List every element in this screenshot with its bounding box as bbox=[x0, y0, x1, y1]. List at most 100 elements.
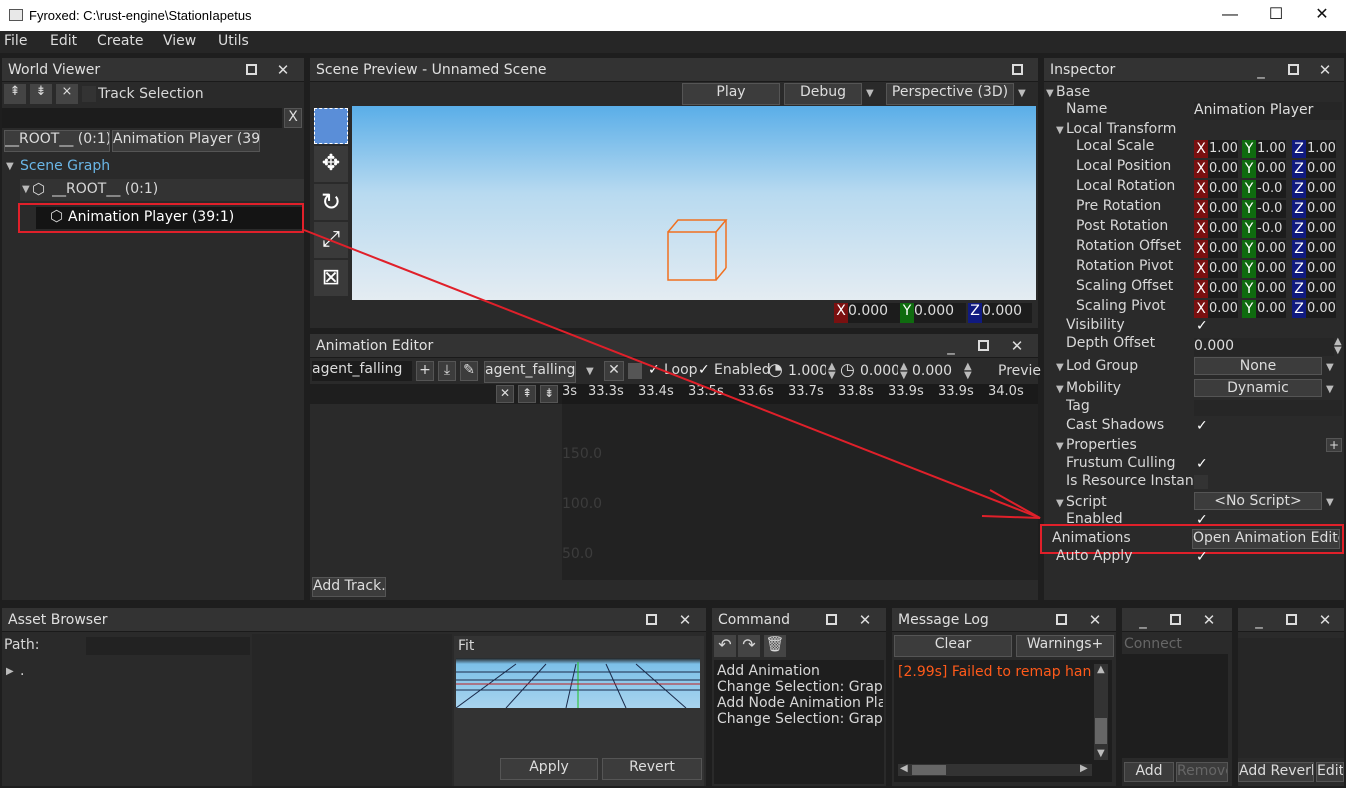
chevron-down-icon[interactable]: ▼ bbox=[1056, 125, 1064, 136]
chevron-down-icon[interactable]: ▼ bbox=[1056, 362, 1064, 373]
tree-item-root[interactable]: ▼ ⬡ __ROOT__ (0:1) bbox=[20, 179, 304, 201]
close-icon[interactable]: ✕ bbox=[1316, 611, 1334, 629]
z-value[interactable]: 1.00 bbox=[1306, 140, 1336, 158]
scroll-left-icon[interactable]: ◀ bbox=[900, 763, 908, 774]
add-connection-button[interactable]: Add bbox=[1124, 762, 1174, 782]
select-tool-icon[interactable] bbox=[314, 108, 348, 144]
play-button[interactable]: Play bbox=[682, 83, 780, 105]
time-end-input[interactable]: 0.000 bbox=[912, 363, 952, 381]
redo-icon[interactable]: ↷ bbox=[738, 635, 760, 657]
mobility-dropdown[interactable]: Dynamic bbox=[1194, 379, 1322, 397]
search-input[interactable] bbox=[2, 108, 282, 128]
error-message[interactable]: [2.99s] Failed to remap handle bbox=[898, 664, 1092, 680]
coord-y-value[interactable]: 0.000 bbox=[914, 303, 966, 323]
maximize-icon[interactable] bbox=[1008, 61, 1026, 79]
add-reverb-button[interactable]: Add Reverb bbox=[1238, 762, 1314, 782]
z-value[interactable]: 0.00 bbox=[1306, 180, 1336, 198]
depth-offset-stepper[interactable]: ▲ ▼ bbox=[1334, 337, 1342, 355]
track-selection-checkbox[interactable] bbox=[82, 86, 96, 102]
y-value[interactable]: 0.00 bbox=[1256, 300, 1286, 318]
frustum-culling-checkbox[interactable]: ✓ bbox=[1196, 457, 1210, 471]
camera-mode-dropdown[interactable]: Perspective (3D) bbox=[886, 83, 1014, 105]
path-input[interactable] bbox=[86, 637, 250, 655]
add-property-icon[interactable]: + bbox=[1326, 438, 1342, 452]
x-value[interactable]: 1.00 bbox=[1208, 140, 1238, 158]
minimize-icon[interactable]: _ bbox=[942, 337, 960, 355]
y-value[interactable]: -0.0 bbox=[1256, 200, 1286, 218]
chevron-down-icon[interactable]: ▼ bbox=[1018, 88, 1026, 99]
add-icon[interactable]: + bbox=[416, 361, 434, 381]
time-end-stepper[interactable]: ▲ ▼ bbox=[964, 362, 972, 380]
script-dropdown[interactable]: <No Script> bbox=[1194, 492, 1322, 510]
menu-create[interactable]: Create bbox=[97, 33, 144, 49]
y-value[interactable]: 0.00 bbox=[1256, 160, 1286, 178]
horizontal-scrollbar[interactable]: ◀ ▶ bbox=[898, 763, 1092, 776]
tree-item-root-folder[interactable]: . bbox=[20, 663, 24, 679]
lod-group-dropdown[interactable]: None bbox=[1194, 357, 1322, 375]
chevron-down-icon[interactable]: ▼ bbox=[1326, 362, 1334, 373]
tree-item-animation-player[interactable]: ⬡ Animation Player (39:1) bbox=[18, 203, 304, 233]
chevron-down-icon[interactable]: ▼ bbox=[1046, 88, 1054, 99]
enabled-checkbox[interactable]: ✓ bbox=[698, 363, 712, 377]
close-icon[interactable]: ✕ bbox=[1200, 611, 1218, 629]
menu-file[interactable]: File bbox=[4, 33, 27, 49]
close-icon[interactable]: ✕ bbox=[1316, 61, 1334, 79]
chevron-down-icon[interactable]: ▼ bbox=[1056, 441, 1064, 452]
chevron-down-icon[interactable]: ▼ bbox=[1056, 498, 1064, 509]
apply-button[interactable]: Apply bbox=[500, 758, 598, 780]
mobility-section[interactable]: Mobility bbox=[1066, 380, 1121, 396]
z-value[interactable]: 0.00 bbox=[1306, 200, 1336, 218]
time-ruler[interactable]: 3s 33.3s 33.4s 33.5s 33.6s 33.7s 33.8s 3… bbox=[562, 384, 1038, 404]
rotate-tool-icon[interactable]: ↻ bbox=[314, 184, 348, 220]
maximize-icon[interactable] bbox=[242, 61, 260, 79]
expand-icon[interactable]: ⇟ bbox=[540, 385, 558, 403]
y-value[interactable]: -0.0 bbox=[1256, 180, 1286, 198]
close-icon[interactable]: ✕ bbox=[676, 611, 694, 629]
visibility-checkbox[interactable]: ✓ bbox=[1196, 319, 1210, 333]
y-value[interactable]: -0.0 bbox=[1256, 220, 1286, 238]
base-section[interactable]: Base bbox=[1056, 84, 1090, 100]
menu-edit[interactable]: Edit bbox=[50, 33, 77, 49]
chevron-down-icon[interactable]: ▼ bbox=[586, 366, 594, 377]
script-section[interactable]: Script bbox=[1066, 494, 1107, 510]
maximize-icon[interactable] bbox=[1284, 61, 1302, 79]
close-icon[interactable]: ✕ bbox=[856, 611, 874, 629]
scroll-right-icon[interactable]: ▶ bbox=[1080, 763, 1088, 774]
clear-button[interactable]: Clear bbox=[894, 635, 1012, 657]
collapse-icon[interactable]: ⇞ bbox=[518, 385, 536, 403]
close-icon[interactable]: ✕ bbox=[1086, 611, 1104, 629]
expand-all-icon[interactable]: ⇟ bbox=[30, 84, 52, 104]
cast-shadows-checkbox[interactable]: ✓ bbox=[1196, 419, 1210, 433]
loop-checkbox[interactable]: ✓ bbox=[648, 363, 662, 377]
open-animation-editor-button[interactable]: Open Animation Editor.. bbox=[1192, 529, 1340, 549]
minimize-icon[interactable]: _ bbox=[1252, 61, 1270, 79]
remove-connection-button[interactable]: Remove bbox=[1176, 762, 1228, 782]
breadcrumb-animation-player[interactable]: Animation Player (39:1) bbox=[112, 130, 260, 152]
list-item[interactable]: Change Selection: Graph bbox=[717, 679, 883, 695]
command-list[interactable]: Add Animation Change Selection: Graph Ad… bbox=[714, 660, 884, 784]
properties-section[interactable]: Properties bbox=[1066, 437, 1137, 453]
track-list[interactable] bbox=[310, 404, 562, 600]
chevron-down-icon[interactable]: ▼ bbox=[1056, 384, 1064, 395]
speed-input[interactable]: 1.000 bbox=[788, 363, 826, 381]
delete-animation-icon[interactable]: ✕ bbox=[604, 361, 624, 381]
scroll-up-icon[interactable]: ▲ bbox=[1097, 664, 1105, 675]
depth-offset-input[interactable]: 0.000 bbox=[1194, 338, 1334, 356]
search-clear-button[interactable]: X bbox=[284, 108, 302, 128]
import-icon[interactable]: ⤓ bbox=[438, 361, 456, 381]
revert-button[interactable]: Revert bbox=[602, 758, 702, 780]
add-track-button[interactable]: Add Track.. bbox=[312, 577, 386, 597]
effect-list[interactable] bbox=[1238, 638, 1344, 758]
coord-x-value[interactable]: 0.000 bbox=[848, 303, 900, 323]
x-value[interactable]: 0.00 bbox=[1208, 240, 1238, 258]
tag-input[interactable] bbox=[1194, 400, 1342, 416]
close-icon[interactable]: ✕ bbox=[1008, 337, 1026, 355]
coord-z-value[interactable]: 0.000 bbox=[982, 303, 1032, 323]
chevron-down-icon[interactable]: ▼ bbox=[866, 88, 874, 99]
chevron-down-icon[interactable]: ▼ bbox=[1326, 384, 1334, 395]
time-start-stepper[interactable]: ▲ ▼ bbox=[900, 362, 908, 380]
file-list[interactable] bbox=[252, 634, 452, 786]
z-value[interactable]: 0.00 bbox=[1306, 260, 1336, 278]
chevron-down-icon[interactable]: ▼ bbox=[1326, 497, 1334, 508]
stop-icon[interactable] bbox=[628, 363, 642, 379]
